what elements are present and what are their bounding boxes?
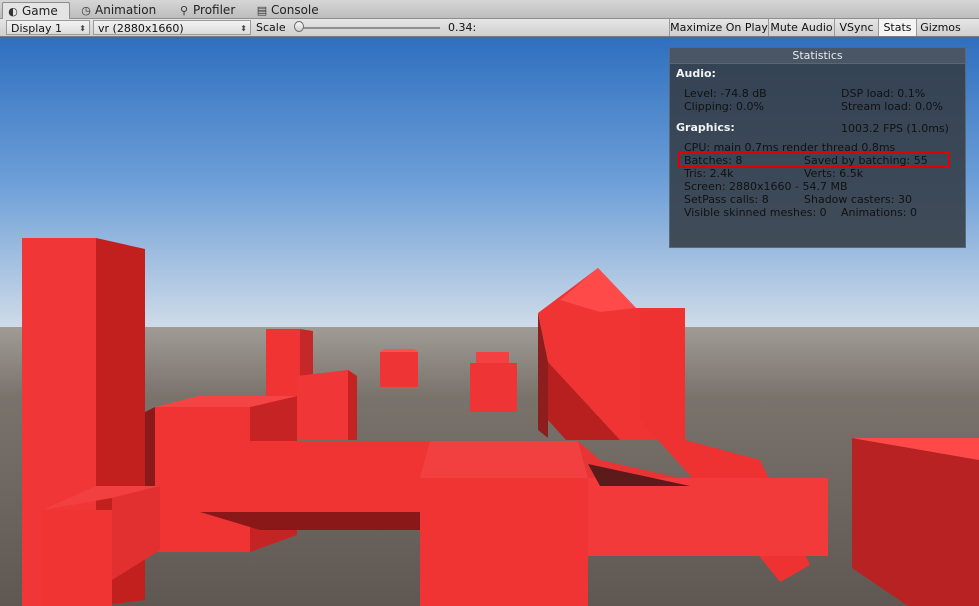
display-dropdown[interactable]: Display 1 ⬍ <box>6 20 90 35</box>
clipping: Clipping: 0.0% <box>684 100 764 113</box>
tab-console[interactable]: ▤ Console <box>252 2 332 19</box>
scale-value: 0.34: <box>448 21 477 34</box>
animation-clock-icon: ◷ <box>81 4 91 17</box>
scale-label: Scale <box>256 21 286 34</box>
red-cube <box>297 370 357 440</box>
dropdown-arrow-icon: ⬍ <box>240 24 247 33</box>
animations: Animations: 0 <box>841 206 918 219</box>
red-cube <box>852 438 979 606</box>
scale-slider-track[interactable] <box>295 27 440 29</box>
shadow-casters: Shadow casters: 30 <box>804 193 912 206</box>
tab-console-label: Console <box>271 3 319 17</box>
game-view-toolbar: Display 1 ⬍ vr (2880x1660) ⬍ Scale 0.34:… <box>0 19 979 37</box>
console-icon: ▤ <box>256 4 268 17</box>
resolution-dropdown[interactable]: vr (2880x1660) ⬍ <box>93 20 251 35</box>
audio-header: Audio: <box>676 67 716 80</box>
red-slab <box>200 441 430 530</box>
vsync-button[interactable]: VSync <box>834 19 878 36</box>
screen-info: Screen: 2880x1660 - 54.7 MB <box>684 180 848 193</box>
profiler-icon: ⚲ <box>179 4 189 17</box>
scale-slider-thumb[interactable] <box>294 21 305 32</box>
game-controller-icon: ◐ <box>8 5 18 18</box>
display-dropdown-label: Display 1 <box>11 22 63 35</box>
stats-button[interactable]: Stats <box>878 19 916 36</box>
batching-highlight-box <box>678 152 950 168</box>
fps: 1003.2 FPS (1.0ms) <box>841 122 949 135</box>
mute-audio-button[interactable]: Mute Audio <box>768 19 834 36</box>
tab-profiler[interactable]: ⚲ Profiler <box>174 2 254 19</box>
editor-tab-bar: ◐ Game ◷ Animation ⚲ Profiler ▤ Console <box>0 0 979 19</box>
gizmos-button[interactable]: Gizmos <box>916 19 964 36</box>
graphics-header: Graphics: <box>676 121 735 134</box>
maximize-on-play-button[interactable]: Maximize On Play <box>669 19 768 36</box>
audio-level: Level: -74.8 dB <box>684 87 767 100</box>
verts: Verts: 6.5k <box>804 167 864 180</box>
setpass-calls: SetPass calls: 8 <box>684 193 769 206</box>
red-cube <box>380 349 418 387</box>
statistics-title: Statistics <box>670 48 965 64</box>
dsp-load: DSP load: 0.1% <box>841 87 926 100</box>
resolution-dropdown-label: vr (2880x1660) <box>98 22 184 35</box>
tab-animation-label: Animation <box>95 3 157 17</box>
tris: Tris: 2.4k <box>684 167 734 180</box>
stream-load: Stream load: 0.0% <box>841 100 943 113</box>
tab-game[interactable]: ◐ Game <box>2 2 70 19</box>
tab-game-label: Game <box>22 4 58 18</box>
tab-animation[interactable]: ◷ Animation <box>76 2 171 19</box>
tab-profiler-label: Profiler <box>193 3 236 17</box>
dropdown-arrow-icon: ⬍ <box>79 24 86 33</box>
skinned-meshes: Visible skinned meshes: 0 <box>684 206 827 219</box>
